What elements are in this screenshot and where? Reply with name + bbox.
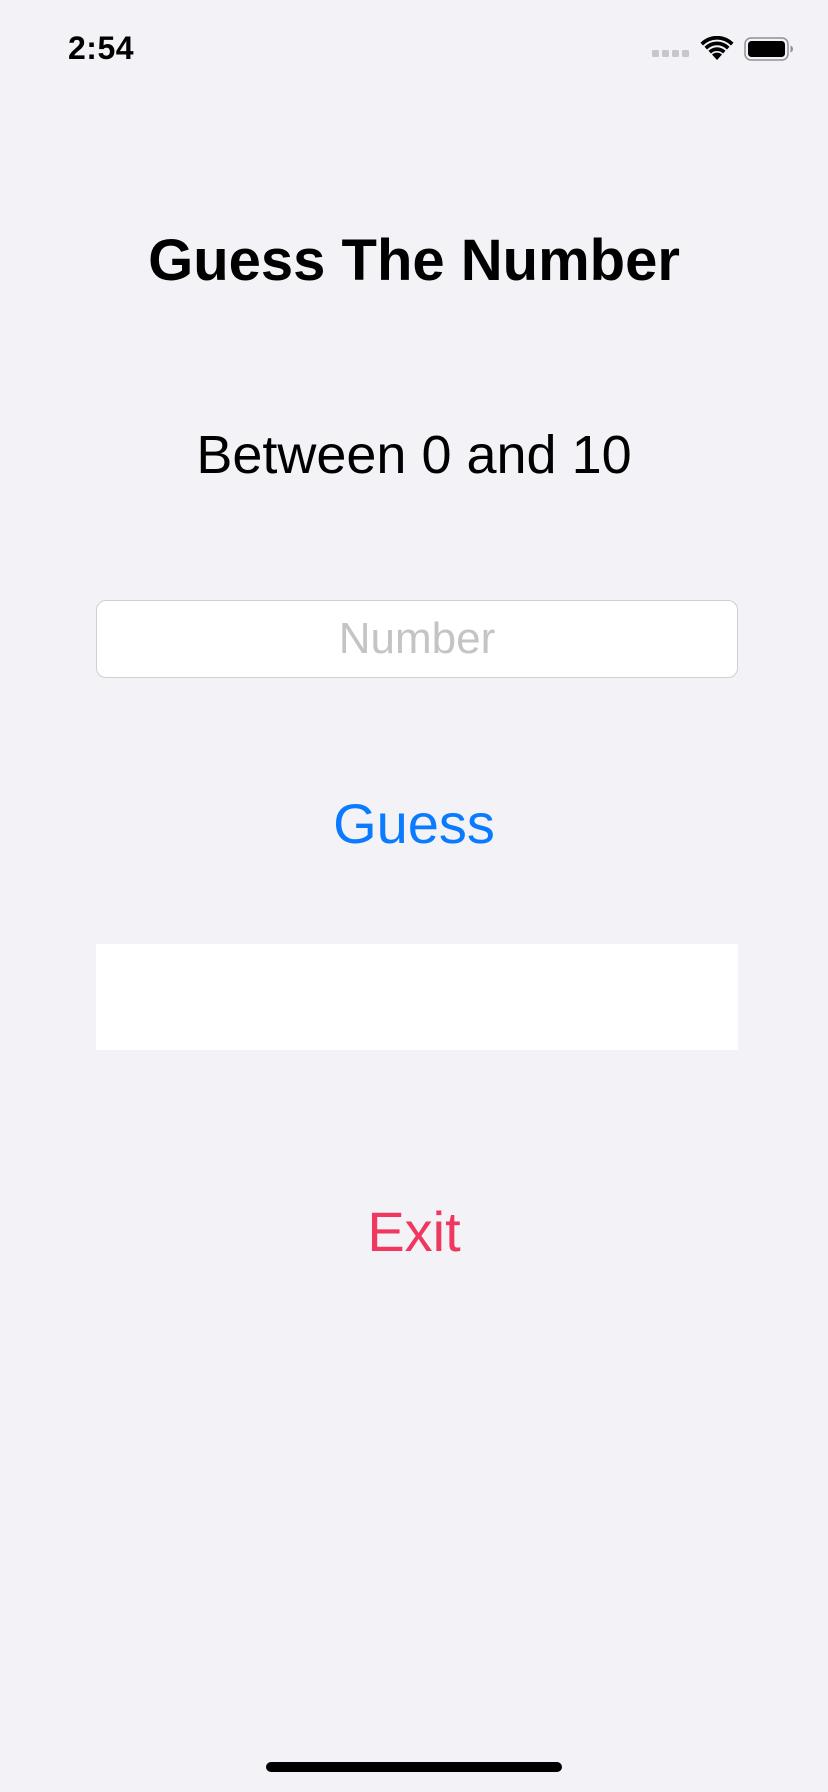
battery-icon	[744, 37, 793, 61]
number-input[interactable]	[96, 600, 738, 678]
exit-button[interactable]: Exit	[314, 1192, 514, 1272]
status-bar: 2:54	[0, 0, 828, 100]
page-title: Guess The Number	[148, 228, 680, 293]
result-box	[96, 944, 738, 1050]
status-icons	[652, 36, 794, 62]
wifi-icon	[700, 36, 734, 60]
range-subtitle: Between 0 and 10	[196, 425, 632, 485]
status-time: 2:54	[68, 30, 135, 66]
signal-icon	[652, 48, 690, 58]
guess-button[interactable]: Guess	[264, 784, 564, 864]
home-indicator[interactable]	[266, 1762, 562, 1772]
